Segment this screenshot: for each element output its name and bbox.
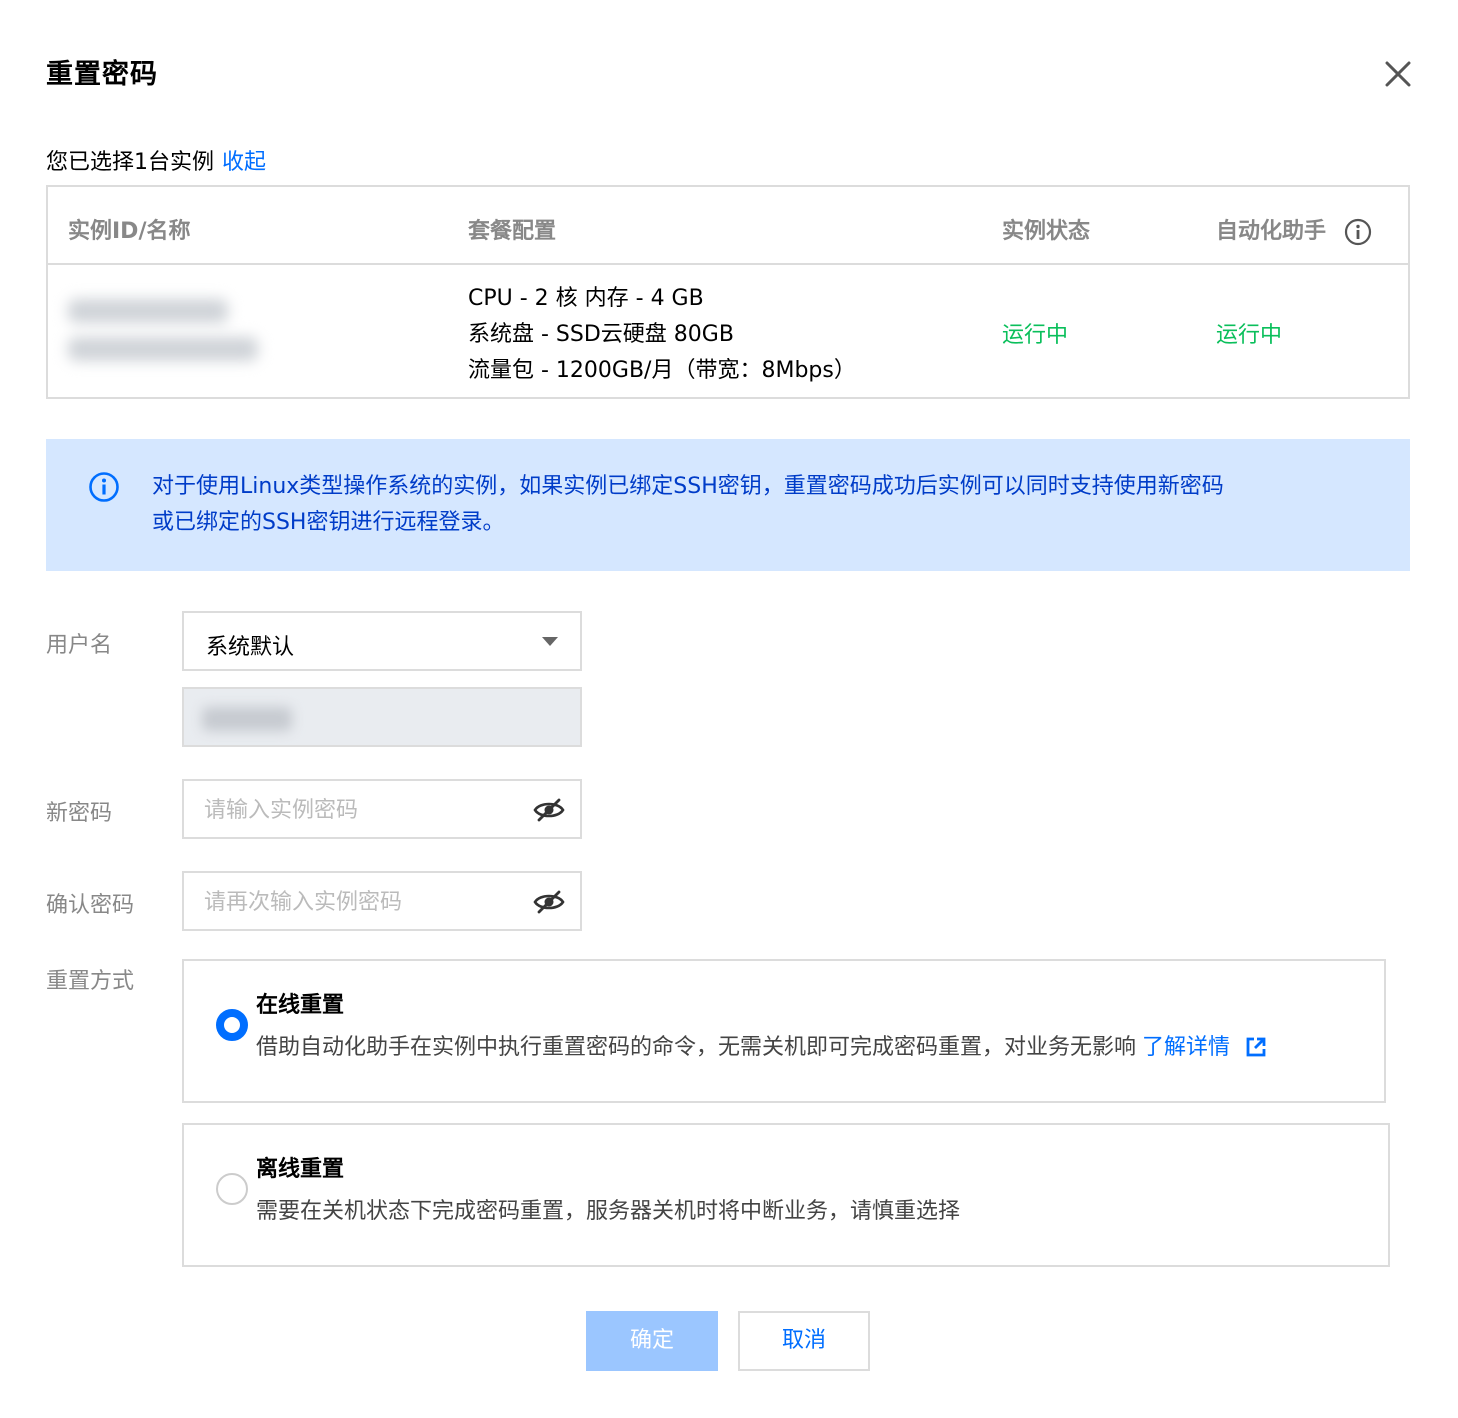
online-reset-desc: 借助自动化助手在实例中执行重置密码的命令，无需关机即可完成密码重置，对业务无影响… xyxy=(256,1029,1267,1061)
caret-down-icon xyxy=(542,637,558,646)
dialog-title: 重置密码 xyxy=(46,59,158,90)
notice-line-1: 对于使用Linux类型操作系统的实例，如果实例已绑定SSH密钥，重置密码成功后实… xyxy=(152,474,1224,499)
package-spec: CPU - 2 核 内存 - 4 GB 系统盘 - SSD云硬盘 80GB 流量… xyxy=(468,281,856,389)
username-blurred xyxy=(202,707,292,731)
instance-id-blurred xyxy=(68,299,228,323)
header-status: 实例状态 xyxy=(1002,219,1091,244)
username-label: 用户名 xyxy=(46,633,113,658)
selection-summary: 您已选择1台实例 收起 xyxy=(46,144,266,176)
confirm-button[interactable]: 确定 xyxy=(586,1311,718,1371)
header-package: 套餐配置 xyxy=(468,219,557,244)
header-instance-id: 实例ID/名称 xyxy=(68,219,191,244)
eye-off-icon[interactable] xyxy=(532,795,566,825)
username-select[interactable]: 系统默认 xyxy=(182,611,582,671)
online-reset-title: 在线重置 xyxy=(256,993,345,1018)
eye-off-icon[interactable] xyxy=(532,887,566,917)
cancel-button[interactable]: 取消 xyxy=(738,1311,870,1371)
info-icon xyxy=(89,472,119,502)
reset-method-label: 重置方式 xyxy=(46,969,135,994)
header-agent-label: 自动化助手 xyxy=(1216,219,1327,244)
option-offline-reset[interactable]: 离线重置 需要在关机状态下完成密码重置，服务器关机时将中断业务，请慎重选择 xyxy=(182,1123,1390,1267)
new-password-label: 新密码 xyxy=(46,801,113,826)
instance-name-blurred xyxy=(68,337,258,361)
offline-reset-title: 离线重置 xyxy=(256,1157,345,1182)
header-agent: 自动化助手 xyxy=(1216,213,1372,246)
info-circle-icon[interactable] xyxy=(1344,218,1372,246)
confirm-password-input[interactable] xyxy=(204,887,524,917)
offline-reset-desc: 需要在关机状态下完成密码重置，服务器关机时将中断业务，请慎重选择 xyxy=(256,1199,961,1224)
online-reset-desc-text: 借助自动化助手在实例中执行重置密码的命令，无需关机即可完成密码重置，对业务无影响 xyxy=(256,1035,1137,1060)
new-password-field[interactable] xyxy=(182,779,582,839)
username-value: 系统默认 xyxy=(206,635,295,660)
spec-traffic: 流量包 - 1200GB/月（带宽：8Mbps） xyxy=(468,358,856,383)
spec-cpu-memory: CPU - 2 核 内存 - 4 GB xyxy=(468,286,704,311)
selection-text: 您已选择1台实例 xyxy=(46,150,214,175)
radio-offline[interactable] xyxy=(216,1173,248,1205)
option-online-reset[interactable]: 在线重置 借助自动化助手在实例中执行重置密码的命令，无需关机即可完成密码重置，对… xyxy=(182,959,1386,1103)
close-button[interactable] xyxy=(1380,56,1416,92)
spec-disk: 系统盘 - SSD云硬盘 80GB xyxy=(468,322,734,347)
instance-table: 实例ID/名称 套餐配置 实例状态 自动化助手 CPU - 2 核 内存 - 4… xyxy=(46,185,1410,399)
radio-online-selected[interactable] xyxy=(216,1009,248,1041)
username-readonly-field xyxy=(182,687,582,747)
external-link-icon[interactable] xyxy=(1245,1036,1267,1058)
confirm-password-label: 确认密码 xyxy=(46,893,135,918)
collapse-link[interactable]: 收起 xyxy=(222,150,266,175)
confirm-password-field[interactable] xyxy=(182,871,582,931)
notice-text: 对于使用Linux类型操作系统的实例，如果实例已绑定SSH密钥，重置密码成功后实… xyxy=(152,469,1352,541)
instance-status: 运行中 xyxy=(1002,323,1069,348)
agent-status: 运行中 xyxy=(1216,323,1283,348)
notice-banner: 对于使用Linux类型操作系统的实例，如果实例已绑定SSH密钥，重置密码成功后实… xyxy=(46,439,1410,571)
learn-more-link[interactable]: 了解详情 xyxy=(1142,1035,1230,1060)
table-header: 实例ID/名称 套餐配置 实例状态 自动化助手 xyxy=(48,187,1408,265)
new-password-input[interactable] xyxy=(204,795,524,825)
notice-line-2: 或已绑定的SSH密钥进行远程登录。 xyxy=(152,510,505,535)
close-icon[interactable] xyxy=(1380,56,1416,92)
